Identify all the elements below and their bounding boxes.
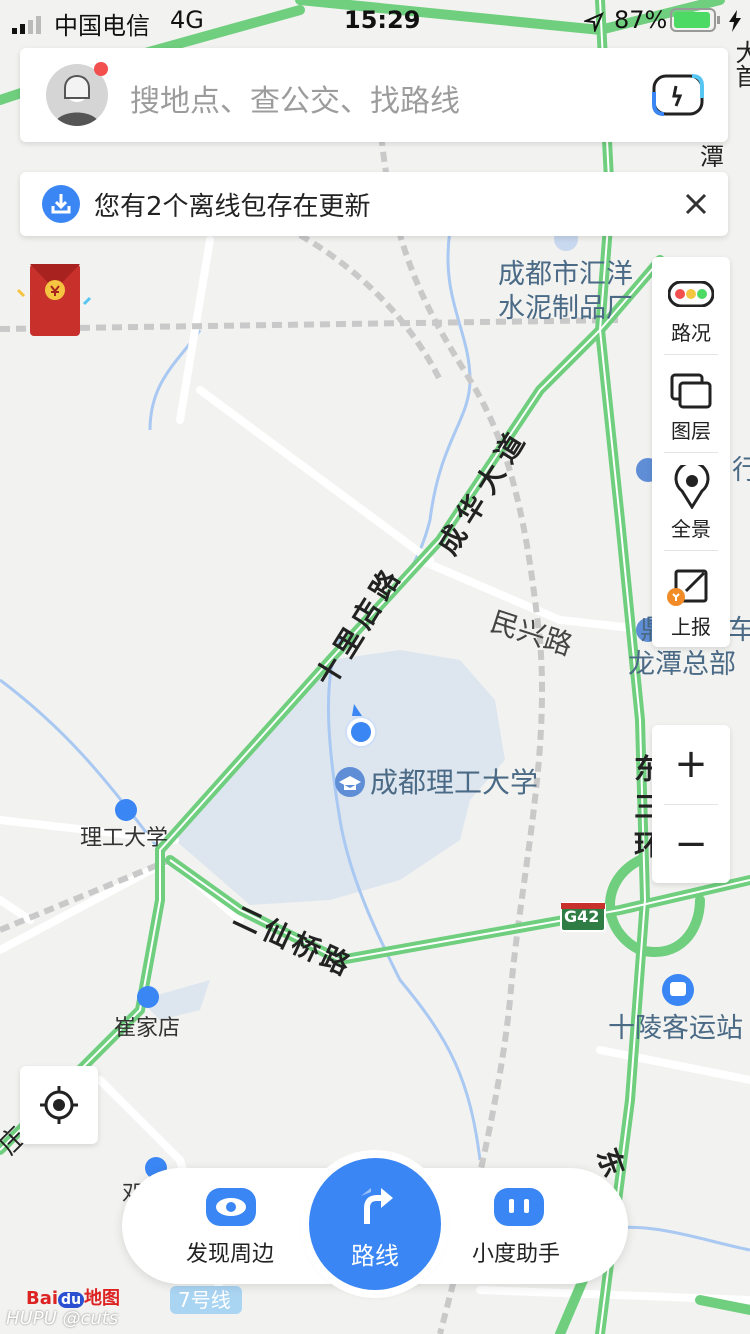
cuijiadian-label[interactable]: 崔家店 — [114, 1012, 180, 1046]
report-label: 上报 — [671, 615, 711, 639]
close-icon[interactable] — [684, 192, 708, 220]
metro-station-icon-2 — [137, 986, 159, 1008]
eye-icon — [206, 1188, 256, 1226]
logo-paw: du — [58, 1292, 85, 1308]
layers-label: 图层 — [671, 419, 711, 443]
traffic-label: 路况 — [671, 321, 711, 345]
notice-text: 您有2个离线包存在更新 — [94, 192, 371, 222]
ligong-station-label[interactable]: 理工大学 — [80, 822, 168, 856]
location-arrow-icon — [582, 10, 604, 38]
battery-icon — [670, 8, 722, 38]
layers-button[interactable]: 图层 — [652, 355, 730, 451]
logo-brand: Bai — [26, 1288, 59, 1309]
report-edit-icon — [667, 569, 708, 606]
metro-line-label: 7号线 — [178, 1288, 231, 1312]
locate-target-icon — [40, 1086, 78, 1124]
watermark: HUPU @cuts — [6, 1308, 119, 1329]
assistant-button[interactable]: 小度助手 — [458, 1186, 598, 1270]
signal-icon — [12, 12, 46, 40]
map-label-xing: 行 — [732, 455, 750, 486]
baidu-map-logo: Bai du 地图 — [26, 1284, 120, 1310]
zoom-controls: + − — [652, 725, 730, 883]
cement-factory-label[interactable]: 成都市汇洋 水泥制品厂 — [498, 258, 633, 326]
bus-station-label[interactable]: 十陵客运站 — [608, 1012, 743, 1046]
logo-map: 地图 — [84, 1288, 121, 1309]
panorama-label: 全景 — [671, 517, 711, 541]
panorama-button[interactable]: 全景 — [652, 453, 730, 549]
red-envelope-icon[interactable] — [14, 260, 94, 340]
university-label[interactable]: 成都理工大学 — [370, 766, 538, 800]
longtan-label: 龙潭总部 — [628, 649, 736, 680]
offline-update-notice[interactable]: 您有2个离线包存在更新 — [20, 172, 728, 236]
zoom-in-button[interactable]: + — [652, 725, 730, 803]
clock: 15:29 — [344, 6, 421, 34]
metro-station-icon — [115, 799, 137, 821]
top-right-label: 大首 — [731, 40, 750, 88]
status-bar: 中国电信 4G 15:29 87% — [0, 0, 750, 42]
carrier-name: 中国电信 — [54, 12, 150, 40]
locate-button[interactable] — [20, 1066, 98, 1144]
layers-icon — [670, 373, 712, 409]
battery-percent: 87% — [614, 6, 668, 34]
g42-label: G42 — [564, 907, 600, 926]
top-right-label-2: 潭 — [700, 143, 724, 171]
report-button[interactable]: 上报 — [652, 551, 730, 647]
search-input[interactable]: 搜地点、查公交、找路线 — [130, 76, 460, 120]
zoom-out-button[interactable]: − — [652, 805, 730, 883]
discover-nearby-label: 发现周边 — [186, 1242, 275, 1267]
assistant-label: 小度助手 — [472, 1242, 561, 1267]
route-button[interactable]: 路线 — [309, 1158, 441, 1290]
traffic-light-icon — [668, 281, 714, 307]
discover-nearby-button[interactable]: 发现周边 — [162, 1186, 302, 1270]
download-icon — [42, 185, 80, 223]
voice-assistant-icon[interactable] — [652, 74, 704, 116]
xiaodu-assistant-icon — [494, 1188, 544, 1226]
map-label-che: 车 — [728, 615, 750, 646]
current-location-dot — [351, 722, 371, 742]
charging-icon — [728, 10, 742, 38]
route-arrow-icon — [361, 1188, 393, 1224]
avatar-notification-dot — [94, 62, 108, 76]
route-label: 路线 — [351, 1242, 399, 1270]
panorama-pin-icon — [674, 465, 710, 509]
map-tools-panel: 路况 图层 全景 上报 — [652, 257, 730, 647]
traffic-button[interactable]: 路况 — [652, 257, 730, 353]
search-bar[interactable]: 搜地点、查公交、找路线 — [20, 48, 728, 142]
network-type: 4G — [170, 6, 204, 34]
